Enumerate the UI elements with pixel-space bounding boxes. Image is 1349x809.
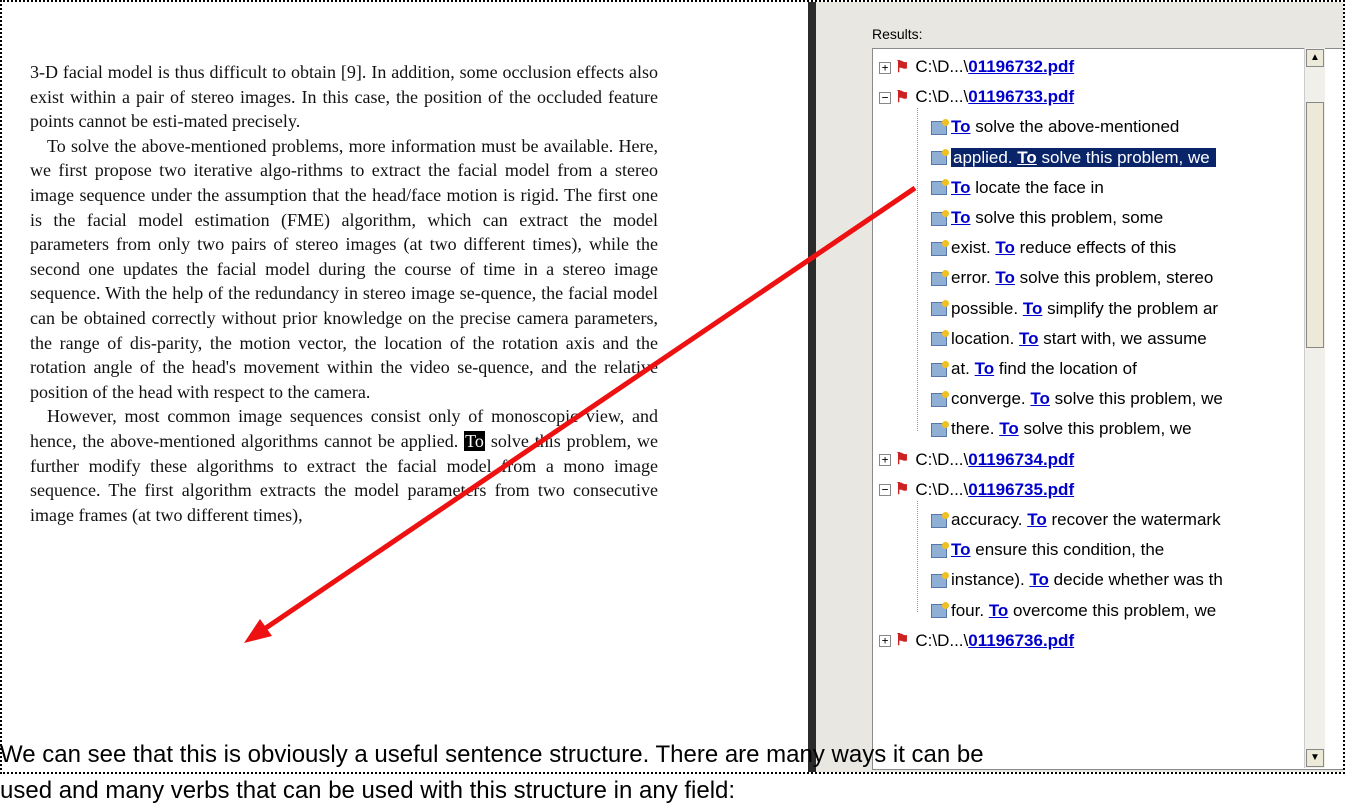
caption-line-1: We can see that this is obviously a usef… <box>0 741 984 768</box>
caption-text: We can see that this is obviously a usef… <box>0 737 1349 809</box>
arrow-shaft <box>252 185 917 639</box>
caption-line-2: used and many verbs that can be used wit… <box>0 777 736 804</box>
screenshot-frame: 3-D facial model is thus difficult to ob… <box>0 0 1345 774</box>
arrow-head <box>244 619 272 643</box>
annotation-arrow <box>244 185 917 643</box>
